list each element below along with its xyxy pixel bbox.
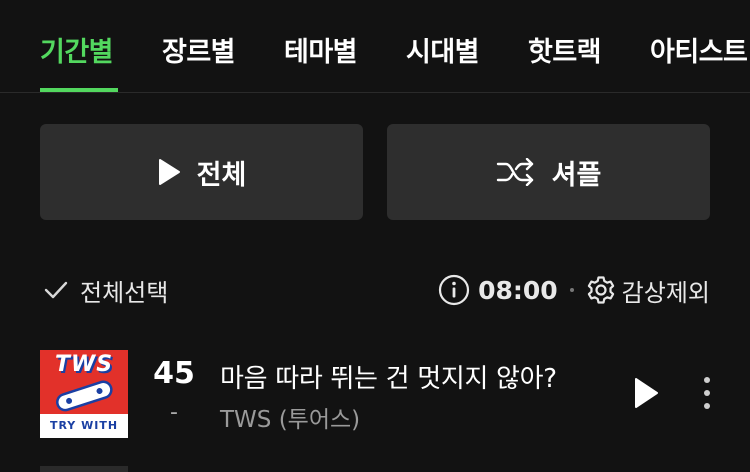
category-tabs: 기간별 장르별 테마별 시대별 핫트랙 아티스트 xyxy=(0,0,750,93)
shuffle-label: 셔플 xyxy=(551,159,602,191)
cover-caption: TRY WITH US xyxy=(49,419,119,432)
active-tab-indicator xyxy=(40,88,118,92)
cover-title: TWS xyxy=(54,352,114,377)
next-track-cover-partial xyxy=(40,466,128,472)
shuffle-button[interactable]: 셔플 xyxy=(387,124,710,220)
checkmark-icon xyxy=(44,281,68,299)
track-play-icon[interactable] xyxy=(632,376,660,410)
info-icon[interactable] xyxy=(438,274,470,306)
list-tools: 08:00 감상제외 xyxy=(438,270,710,310)
select-all-toggle[interactable]: 전체선택 xyxy=(44,270,168,310)
album-cover[interactable]: TWS TRY WITH US xyxy=(40,350,128,438)
track-rank: 45 xyxy=(153,356,195,391)
separator-dot xyxy=(569,288,574,292)
skateboard-illustration xyxy=(56,380,113,412)
play-all-button[interactable]: 전체 xyxy=(40,124,363,220)
select-all-label: 전체선택 xyxy=(80,278,169,307)
gear-icon[interactable] xyxy=(586,275,616,305)
more-vertical-icon[interactable] xyxy=(700,374,714,412)
play-all-label: 전체 xyxy=(196,159,247,191)
shuffle-icon xyxy=(496,158,533,186)
tab-period[interactable]: 기간별 xyxy=(40,30,114,69)
track-artist[interactable]: TWS (투어스) xyxy=(220,400,360,434)
rank-change: - xyxy=(170,400,178,425)
timer-time: 08:00 xyxy=(478,275,558,305)
tab-hottrack[interactable]: 핫트랙 xyxy=(528,30,602,69)
tab-artist[interactable]: 아티스트 xyxy=(650,30,748,69)
track-title[interactable]: 마음 따라 뛰는 건 멋지지 않아? xyxy=(220,358,557,395)
cover-caption-band: TRY WITH US xyxy=(40,414,128,438)
exclude-label[interactable]: 감상제외 xyxy=(622,273,710,308)
tab-era[interactable]: 시대별 xyxy=(406,30,480,69)
tab-genre[interactable]: 장르별 xyxy=(162,30,236,69)
tab-theme[interactable]: 테마별 xyxy=(284,30,358,69)
play-icon xyxy=(158,159,180,185)
